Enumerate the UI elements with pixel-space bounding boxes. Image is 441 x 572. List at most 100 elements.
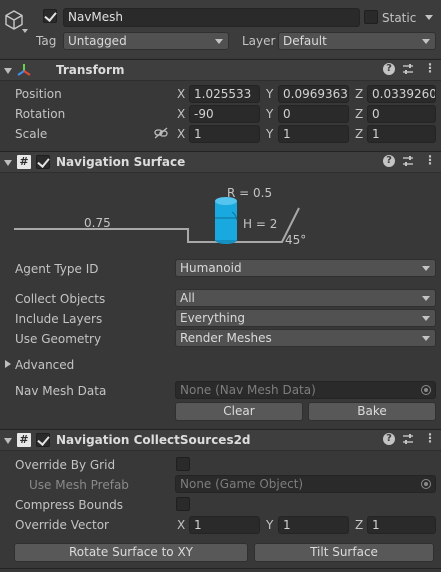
bake-button[interactable]: Bake [308, 402, 436, 421]
rotation-y-field[interactable]: 0 [278, 105, 349, 123]
position-x-axis[interactable]: X [177, 86, 185, 102]
position-label: Position [15, 87, 62, 101]
include-layers-label: Include Layers [15, 312, 103, 326]
override-vector-x-field[interactable]: 1 [189, 516, 260, 534]
preset-icon[interactable] [402, 63, 414, 75]
include-layers-value: Everything [180, 311, 245, 325]
collect-sources-header[interactable]: # Navigation CollectSources2d ? ⋮ [0, 429, 441, 451]
compress-bounds-label: Compress Bounds [15, 498, 124, 512]
agent-diagram-lines [14, 197, 300, 244]
advanced-foldout[interactable]: Advanced [0, 355, 200, 373]
include-layers-dropdown[interactable]: Everything [175, 309, 436, 327]
nav-surface-title: Navigation Surface [56, 155, 186, 169]
help-icon[interactable]: ? [383, 433, 395, 445]
override-vector-label: Override Vector [15, 518, 109, 532]
script-icon: # [17, 433, 31, 447]
object-picker-icon[interactable] [421, 385, 431, 395]
help-icon[interactable]: ? [383, 155, 395, 167]
position-x-field[interactable]: 1.025533 [189, 85, 260, 103]
agent-diagram: R = 0.5 H = 2 0.75 45° [0, 176, 441, 252]
override-vector-z-axis[interactable]: Z [355, 517, 363, 533]
override-vector-y-axis[interactable]: Y [266, 517, 273, 533]
more-options-icon[interactable]: ⋮ [424, 60, 436, 76]
position-y-field[interactable]: 0.0969363 [278, 85, 349, 103]
tilt-surface-button[interactable]: Tilt Surface [254, 543, 434, 562]
chevron-down-icon [422, 296, 430, 301]
gameobject-cube-icon [5, 10, 23, 30]
agent-type-value: Humanoid [180, 261, 242, 275]
collect-sources-enabled-checkbox[interactable] [36, 433, 50, 447]
icon-dropdown-arrow-icon[interactable] [22, 29, 28, 33]
position-y-axis[interactable]: Y [266, 86, 273, 102]
scale-x-axis[interactable]: X [177, 126, 185, 142]
scale-y-field[interactable]: 1 [278, 125, 349, 143]
tag-dropdown[interactable]: Untagged [63, 32, 229, 50]
name-field[interactable]: NavMesh [63, 8, 360, 27]
object-picker-icon[interactable] [421, 479, 431, 489]
radius-label: R = 0.5 [227, 186, 273, 200]
compress-bounds-checkbox[interactable] [176, 497, 190, 511]
step-label: 0.75 [84, 216, 111, 230]
static-label: Static [382, 11, 417, 25]
scale-z-axis[interactable]: Z [355, 126, 363, 142]
override-vector-x-axis[interactable]: X [177, 517, 185, 533]
preset-icon[interactable] [402, 433, 414, 445]
clear-button[interactable]: Clear [175, 402, 303, 421]
rotation-y-axis[interactable]: Y [266, 106, 273, 122]
scale-y-axis[interactable]: Y [266, 126, 273, 142]
use-geometry-value: Render Meshes [180, 331, 272, 345]
override-by-grid-checkbox[interactable] [176, 457, 190, 471]
static-dropdown-arrow-icon[interactable] [425, 15, 433, 20]
collect-objects-dropdown[interactable]: All [175, 289, 436, 307]
layer-dropdown[interactable]: Default [278, 32, 436, 50]
scale-label: Scale [15, 127, 48, 141]
use-geometry-dropdown[interactable]: Render Meshes [175, 329, 436, 347]
collect-objects-value: All [180, 291, 195, 305]
layer-value: Default [283, 34, 327, 48]
help-icon[interactable]: ? [383, 63, 395, 75]
more-options-icon[interactable]: ⋮ [424, 152, 436, 168]
foldout-open-icon[interactable] [4, 68, 12, 74]
scale-x-field[interactable]: 1 [189, 125, 260, 143]
chevron-down-icon [422, 316, 430, 321]
link-scale-icon[interactable] [154, 127, 168, 139]
override-vector-z-field[interactable]: 1 [367, 516, 436, 534]
rotation-z-field[interactable]: 0 [367, 105, 436, 123]
transform-axes-icon [17, 64, 31, 76]
rotate-surface-button[interactable]: Rotate Surface to XY [14, 543, 248, 562]
rotation-x-axis[interactable]: X [177, 106, 185, 122]
collect-sources-title: Navigation CollectSources2d [56, 433, 251, 447]
override-vector-y-field[interactable]: 1 [278, 516, 349, 534]
rotation-x-field[interactable]: -90 [189, 105, 260, 123]
use-geometry-label: Use Geometry [15, 332, 102, 346]
chevron-down-icon [215, 39, 223, 44]
chevron-down-icon [422, 336, 430, 341]
use-mesh-prefab-field[interactable]: None (Game Object) [175, 475, 436, 493]
script-icon: # [17, 155, 31, 169]
rotation-z-axis[interactable]: Z [355, 106, 363, 122]
preset-icon[interactable] [402, 155, 414, 167]
active-checkbox[interactable] [43, 9, 57, 23]
override-by-grid-label: Override By Grid [15, 458, 116, 472]
nav-mesh-data-value: None (Nav Mesh Data) [180, 383, 316, 397]
static-checkbox[interactable] [364, 10, 378, 24]
nav-surface-enabled-checkbox[interactable] [36, 155, 50, 169]
tag-value: Untagged [68, 34, 127, 48]
foldout-open-icon[interactable] [4, 160, 12, 166]
position-z-axis[interactable]: Z [355, 86, 363, 102]
scale-z-field[interactable]: 1 [367, 125, 436, 143]
position-z-field[interactable]: 0.0339260 [367, 85, 436, 103]
agent-type-dropdown[interactable]: Humanoid [175, 259, 436, 277]
slope-label: 45° [285, 233, 307, 247]
height-label: H = 2 [243, 217, 278, 231]
more-options-icon[interactable]: ⋮ [424, 430, 436, 446]
nav-mesh-data-field[interactable]: None (Nav Mesh Data) [175, 381, 436, 399]
transform-header[interactable]: Transform ? ⋮ [0, 59, 441, 81]
nav-mesh-data-label: Nav Mesh Data [15, 384, 107, 398]
foldout-open-icon[interactable] [4, 438, 12, 444]
agent-type-label: Agent Type ID [15, 262, 99, 276]
nav-surface-header[interactable]: # Navigation Surface ? ⋮ [0, 151, 441, 173]
collect-objects-label: Collect Objects [15, 292, 106, 306]
rotation-label: Rotation [15, 107, 66, 121]
use-mesh-prefab-value: None (Game Object) [180, 477, 304, 491]
